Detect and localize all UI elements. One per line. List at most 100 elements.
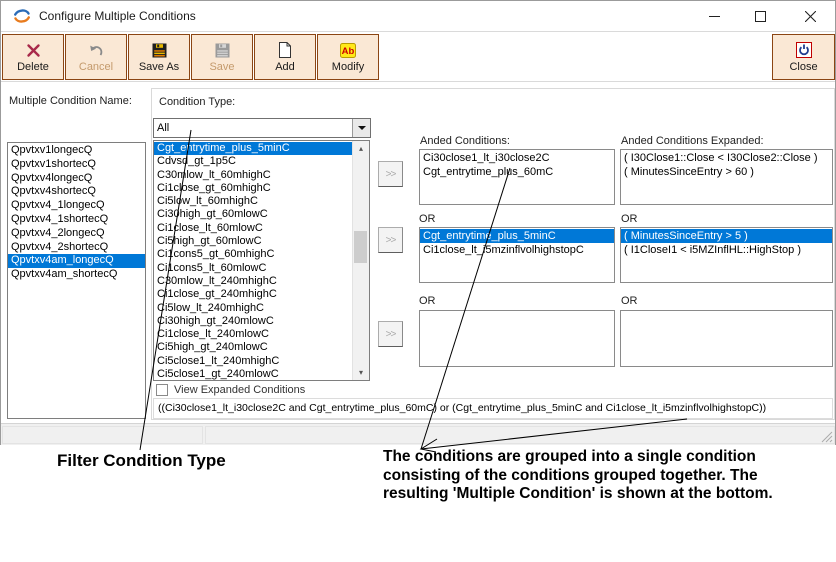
page: Configure Multiple Conditions Delete xyxy=(0,0,836,562)
list-item[interactable]: Ci1close_lt_60mlowC xyxy=(154,222,353,235)
svg-text:Ab: Ab xyxy=(342,46,355,57)
scroll-up-icon[interactable]: ▴ xyxy=(353,141,369,156)
list-item[interactable]: Ci1close_lt_240mlowC xyxy=(154,328,353,341)
list-item[interactable]: Ci30high_gt_60mlowC xyxy=(154,208,353,221)
anded-group2-list[interactable]: Cgt_entrytime_plus_5minCCi1close_lt_i5mz… xyxy=(419,227,615,283)
cancel-button: Cancel xyxy=(65,34,127,80)
window-close-button[interactable] xyxy=(783,1,836,31)
list-item[interactable]: Qpvtxv4_1shortecQ xyxy=(8,213,145,227)
list-item[interactable]: Ci5low_lt_240mhighC xyxy=(154,302,353,315)
delete-x-icon xyxy=(26,41,41,59)
window-close-icon xyxy=(805,11,816,22)
toolbar-button-label: Save xyxy=(209,62,234,73)
list-item[interactable]: Qpvtxv1longecQ xyxy=(8,144,145,158)
list-item[interactable]: Qpvtxv4am_longecQ xyxy=(8,254,145,268)
anded-group1-list[interactable]: Ci30close1_lt_i30close2CCgt_entrytime_pl… xyxy=(419,149,615,205)
filter-condition-type-annotation: Filter Condition Type xyxy=(57,451,226,471)
scroll-down-icon[interactable]: ▾ xyxy=(353,365,369,380)
minimize-button[interactable] xyxy=(691,1,737,31)
add-button[interactable]: Add xyxy=(254,34,316,80)
condition-type-filter-dropdown[interactable]: All xyxy=(153,118,371,138)
toolbar-button-label: Cancel xyxy=(79,62,113,73)
list-item[interactable]: C30mlow_lt_240mhighC xyxy=(154,275,353,288)
list-item[interactable]: Ci30high_gt_240mlowC xyxy=(154,315,353,328)
close-button[interactable]: Close xyxy=(772,34,835,80)
list-item[interactable]: Ci5high_gt_240mlowC xyxy=(154,341,353,354)
multiple-condition-name-label: Multiple Condition Name: xyxy=(9,95,132,107)
modify-ab-icon: Ab xyxy=(340,41,356,59)
resize-grip-icon[interactable] xyxy=(821,431,833,443)
list-item[interactable]: ( I30Close1::Close < I30Close2::Close ) xyxy=(621,151,832,165)
list-item[interactable]: Qpvtxv4_2longecQ xyxy=(8,227,145,241)
condition-type-list[interactable]: Cgt_entrytime_plus_5minCCdvsd_gt_1p5CC30… xyxy=(153,140,370,381)
list-item[interactable]: Ci1close_gt_60mhighC xyxy=(154,182,353,195)
multiple-condition-name-list[interactable]: Qpvtxv1longecQQpvtxv1shortecQQpvtxv4long… xyxy=(7,142,146,419)
maximize-button[interactable] xyxy=(737,1,783,31)
condition-type-label: Condition Type: xyxy=(159,96,235,108)
move-to-group2-button[interactable]: >> xyxy=(378,227,403,253)
move-to-group3-button[interactable]: >> xyxy=(378,321,403,347)
list-item[interactable]: Qpvtxv4_2shortecQ xyxy=(8,241,145,255)
list-item[interactable]: Cgt_entrytime_plus_60mC xyxy=(420,165,614,179)
checkbox-icon[interactable] xyxy=(156,384,168,396)
or-label: OR xyxy=(419,295,436,307)
move-to-group1-button[interactable]: >> xyxy=(378,161,403,187)
condition-type-list-items[interactable]: Cgt_entrytime_plus_5minCCdvsd_gt_1p5CC30… xyxy=(154,142,353,380)
dropdown-button[interactable] xyxy=(352,119,370,137)
list-item[interactable]: Cgt_entrytime_plus_5minC xyxy=(420,229,614,243)
list-item[interactable]: Ci1cons5_lt_60mlowC xyxy=(154,262,353,275)
status-bar xyxy=(1,423,835,445)
new-page-icon xyxy=(278,41,292,59)
list-item[interactable]: ( I1CloseI1 < i5MZInflHL::HighStop ) xyxy=(621,243,832,257)
list-item[interactable]: Ci5close1_gt_240mlowC xyxy=(154,368,353,380)
scrollbar-thumb[interactable] xyxy=(354,231,367,263)
toolbar-button-label: Delete xyxy=(17,62,49,73)
view-expanded-conditions-checkbox[interactable]: View Expanded Conditions xyxy=(156,384,305,396)
list-item[interactable]: Ci5low_lt_60mhighC xyxy=(154,195,353,208)
floppy-disk-icon xyxy=(152,41,167,59)
list-item[interactable]: Qpvtxv4longecQ xyxy=(8,172,145,186)
list-item[interactable]: Qpvtxv1shortecQ xyxy=(8,158,145,172)
anded-group3-list[interactable] xyxy=(419,310,615,367)
anded-group3-expanded-list[interactable] xyxy=(620,310,833,367)
delete-button[interactable]: Delete xyxy=(2,34,64,80)
checkbox-label: View Expanded Conditions xyxy=(174,384,305,396)
list-item[interactable]: Cdvsd_gt_1p5C xyxy=(154,155,353,168)
toolbar-button-label: Save As xyxy=(139,62,179,73)
modify-button[interactable]: Ab Modify xyxy=(317,34,379,80)
save-as-button[interactable]: Save As xyxy=(128,34,190,80)
list-item[interactable]: Ci5close1_lt_240mhighC xyxy=(154,355,353,368)
list-item[interactable]: Qpvtxv4am_shortecQ xyxy=(8,268,145,282)
or-label: OR xyxy=(621,295,638,307)
toolbar-button-label: Add xyxy=(275,62,295,73)
dropdown-selected-value: All xyxy=(154,122,352,134)
list-item[interactable]: Ci1close_gt_240mhighC xyxy=(154,288,353,301)
list-item[interactable]: ( MinutesSinceEntry > 60 ) xyxy=(621,165,832,179)
app-window: Configure Multiple Conditions Delete xyxy=(0,0,836,445)
list-item[interactable]: ( MinutesSinceEntry > 5 ) xyxy=(621,229,832,243)
anded-group2-expanded-list[interactable]: ( MinutesSinceEntry > 5 )( I1CloseI1 < i… xyxy=(620,227,833,283)
app-logo-icon xyxy=(12,6,32,26)
list-item[interactable]: Ci1cons5_gt_60mhighC xyxy=(154,248,353,261)
list-item[interactable]: Qpvtxv4shortecQ xyxy=(8,185,145,199)
list-item[interactable]: C30mlow_lt_60mhighC xyxy=(154,169,353,182)
toolbar-button-label: Modify xyxy=(332,62,364,73)
grouping-annotation: The conditions are grouped into a single… xyxy=(383,448,791,504)
or-label: OR xyxy=(419,213,436,225)
anded-group1-expanded-list[interactable]: ( I30Close1::Close < I30Close2::Close )(… xyxy=(620,149,833,205)
power-icon xyxy=(796,41,812,59)
toolbar-button-label: Close xyxy=(789,62,817,73)
vertical-scrollbar[interactable]: ▴ ▾ xyxy=(352,141,369,380)
list-item[interactable]: Ci1close_lt_i5mzinflvolhighstopC xyxy=(420,243,614,257)
status-panel-left xyxy=(2,426,203,444)
list-item[interactable]: Ci5high_gt_60mlowC xyxy=(154,235,353,248)
list-item[interactable]: Cgt_entrytime_plus_5minC xyxy=(154,142,353,155)
combined-condition-text: ((Ci30close1_lt_i30close2C and Cgt_entry… xyxy=(153,398,833,419)
chevron-down-icon xyxy=(358,126,366,130)
list-item[interactable]: Qpvtxv4_1longecQ xyxy=(8,199,145,213)
or-label: OR xyxy=(621,213,638,225)
window-title: Configure Multiple Conditions xyxy=(39,9,196,23)
title-bar: Configure Multiple Conditions xyxy=(1,1,835,31)
toolbar: Delete Cancel xyxy=(1,31,835,82)
list-item[interactable]: Ci30close1_lt_i30close2C xyxy=(420,151,614,165)
